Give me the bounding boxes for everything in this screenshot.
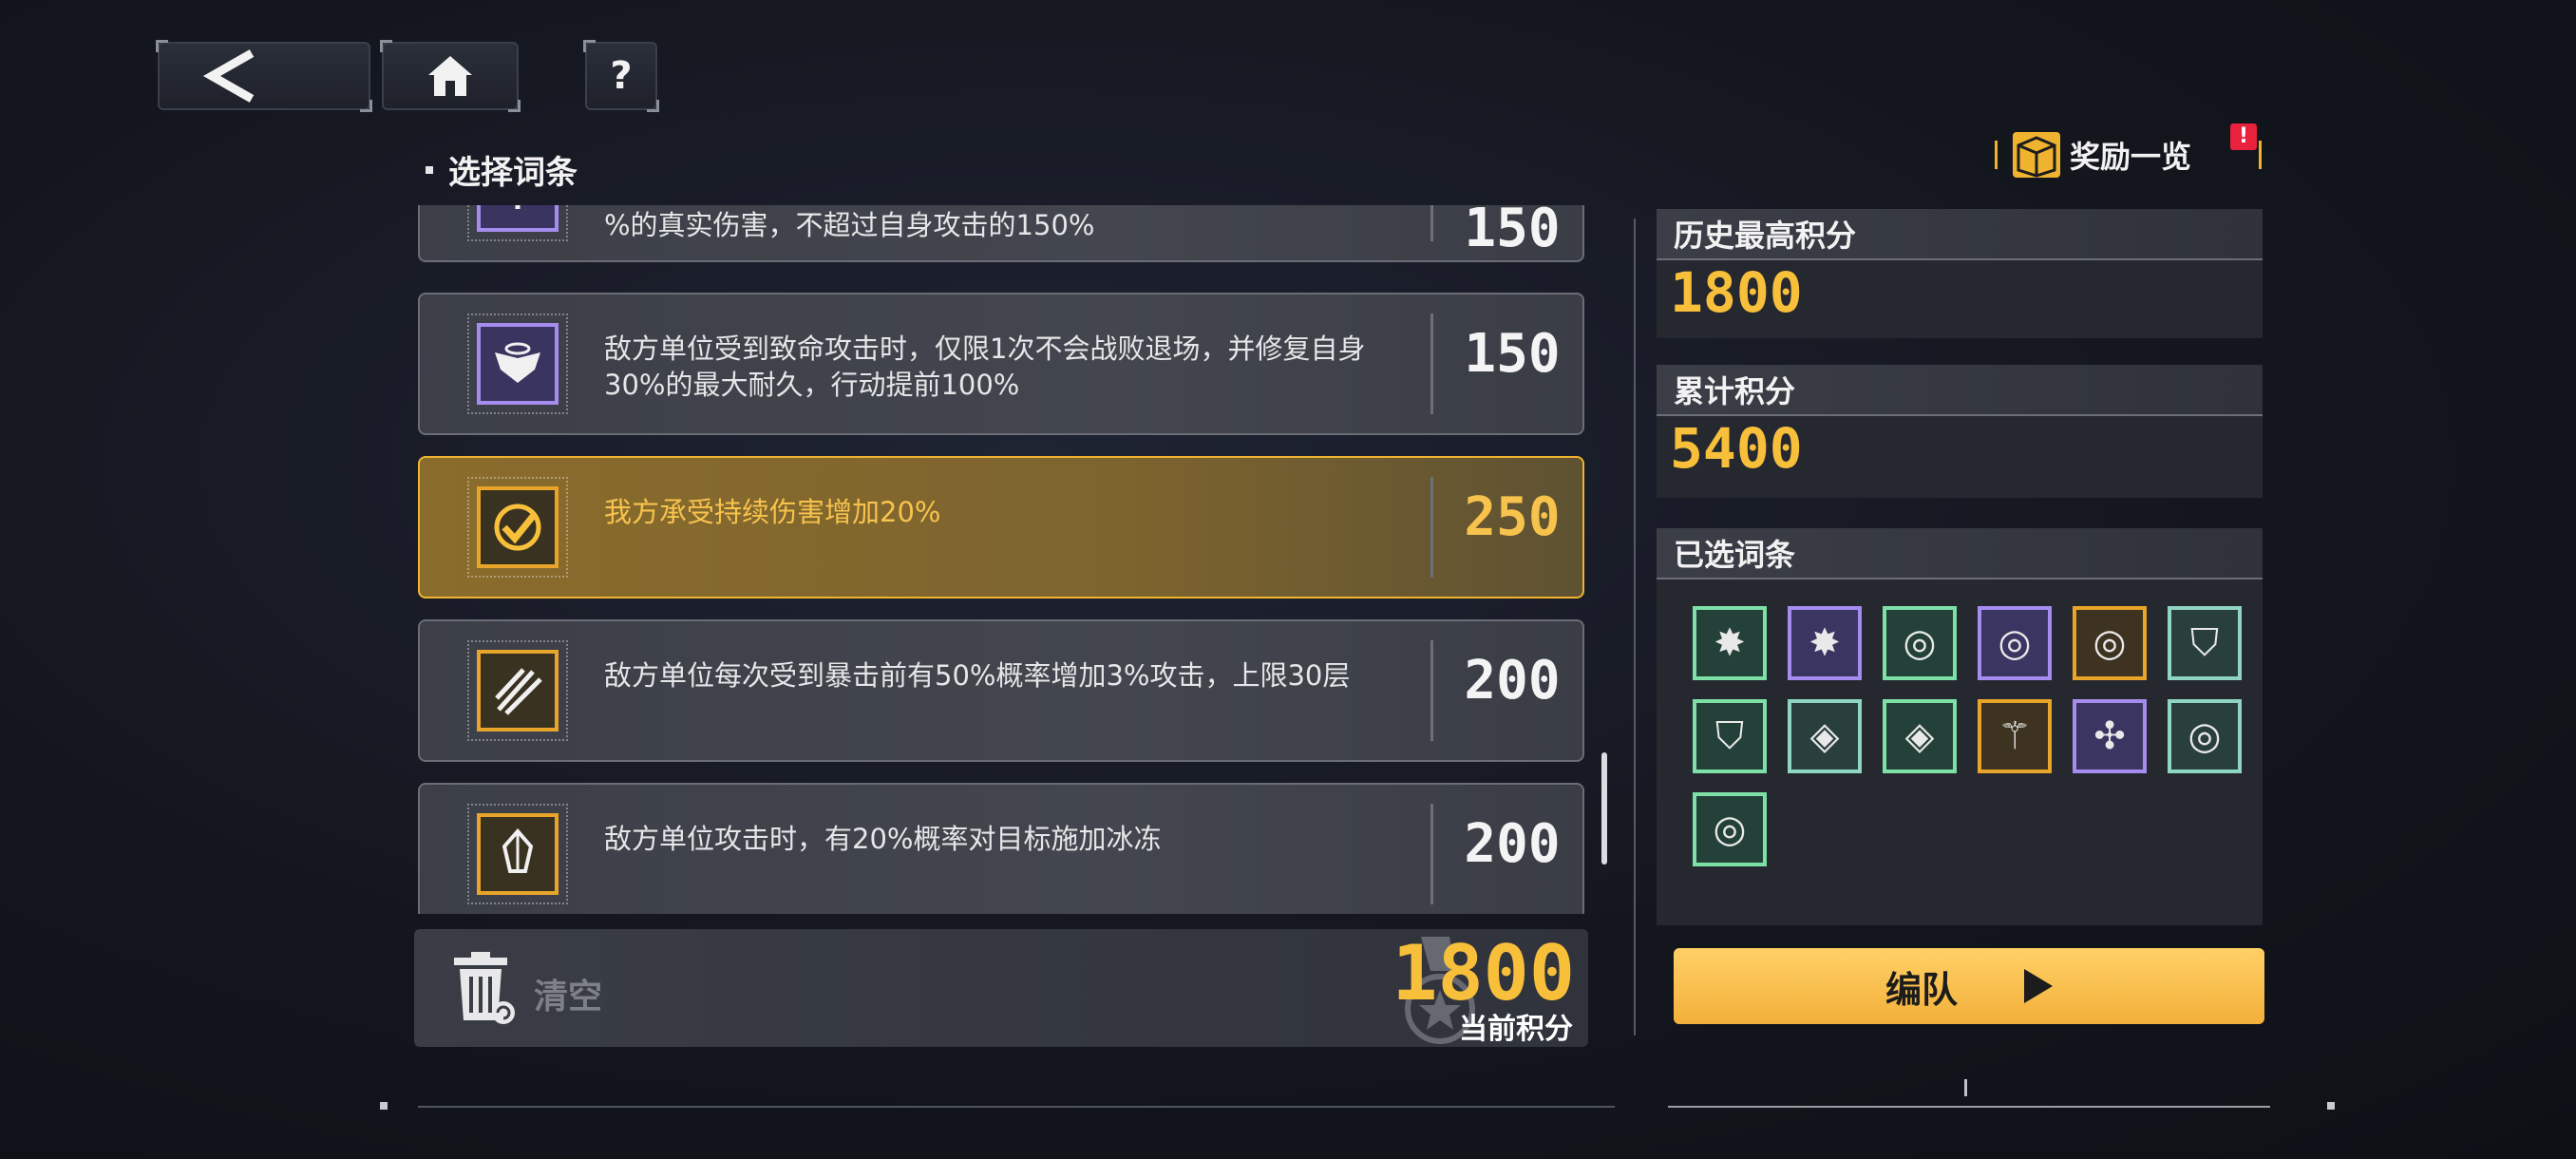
play-arrow-icon (2024, 969, 2053, 1003)
entry-divider (1430, 477, 1433, 578)
selected-tag-icon[interactable]: ✸ (1788, 606, 1862, 680)
entry-description: 敌方单位受到致命攻击时，仅限1次不会战败退场，并修复自身30%的最大耐久，行动提… (604, 332, 1366, 401)
frame-dot-right (2327, 1102, 2335, 1110)
selected-tag-icon[interactable]: ⚚ (1978, 699, 2052, 773)
gift-box-icon (2013, 132, 2060, 178)
trident-icon (467, 205, 568, 241)
reward-list-label: 奖励一览 (2070, 139, 2192, 175)
check-target-icon (467, 477, 568, 578)
bottom-right-tick (1964, 1079, 1967, 1096)
claw-icon (467, 640, 568, 741)
ice-crystal-icon (467, 804, 568, 904)
entry-row[interactable]: 敌方单位受到致命攻击时，仅限1次不会战败退场，并修复自身30%的最大耐久，行动提… (418, 293, 1584, 435)
selected-tags-label: 已选词条 (1657, 528, 2263, 580)
entry-row[interactable]: 敌方单位攻击时，有20%概率对目标施加冰冻 200 (418, 783, 1584, 914)
reward-right-bracket (2259, 141, 2262, 169)
help-icon: ? (610, 54, 633, 98)
selected-tag-icon[interactable]: ◎ (1978, 606, 2052, 680)
bottom-left-divider (418, 1106, 1615, 1108)
selected-tag-icon[interactable]: ✣ (2073, 699, 2147, 773)
entry-row[interactable]: 敌方单位每次受到暴击前有50%概率增加3%攻击，上限30层 200 (418, 619, 1584, 762)
selected-tags-panel: 已选词条 ✸ ✸ ◎ ◎ ◎ ⛉ ⛉ ◈ ◈ ⚚ ✣ ◎ ◎ (1657, 528, 2263, 925)
cumulative-value: 5400 (1670, 416, 1803, 481)
home-button[interactable] (380, 40, 521, 112)
entry-score: 250 (1464, 486, 1561, 548)
back-button[interactable] (156, 40, 372, 112)
entry-score: 200 (1464, 650, 1561, 712)
entry-score: 150 (1464, 205, 1561, 259)
selected-tag-icon[interactable]: ◎ (2168, 699, 2242, 773)
selected-tag-icon[interactable]: ◎ (2073, 606, 2147, 680)
entry-description: 敌方单位每次受到暴击前有50%概率增加3%攻击，上限30层 (604, 659, 1351, 692)
selected-tag-icon[interactable]: ⛉ (2168, 606, 2242, 680)
section-title: 选择词条 (426, 146, 578, 193)
selected-tag-icon[interactable]: ✸ (1693, 606, 1767, 680)
cumulative-panel: 累计积分 5400 (1657, 365, 2263, 498)
reward-list-button[interactable]: 奖励一览 (1995, 122, 2261, 188)
scrollbar-track (1634, 218, 1636, 1036)
entry-score: 150 (1464, 323, 1561, 385)
entry-row[interactable]: %的真实伤害，不超过自身攻击的150% 150 (418, 205, 1584, 262)
section-title-text: 选择词条 (448, 154, 578, 192)
entry-score: 200 (1464, 813, 1561, 875)
bottom-right-divider (1668, 1106, 2270, 1108)
selected-tag-icon[interactable]: ⛉ (1693, 699, 1767, 773)
entry-divider (1430, 640, 1433, 741)
history-high-value: 1800 (1670, 260, 1803, 325)
history-high-label: 历史最高积分 (1657, 209, 2263, 260)
deploy-label: 编队 (1885, 968, 1958, 1011)
home-icon (428, 56, 472, 96)
winged-halo-icon (467, 314, 568, 414)
title-bullet (426, 165, 433, 174)
entry-list[interactable]: %的真实伤害，不超过自身攻击的150% 150 敌方单位受到致命攻击时，仅限1次… (414, 205, 1588, 914)
entry-divider (1430, 804, 1433, 904)
entry-row-selected[interactable]: 我方承受持续伤害增加20% 250 (418, 456, 1584, 598)
clear-button[interactable] (450, 950, 517, 1026)
entry-description: 敌方单位攻击时，有20%概率对目标施加冰冻 (604, 823, 1162, 855)
reward-alert-badge: ! (2230, 124, 2257, 150)
history-high-panel: 历史最高积分 1800 (1657, 209, 2263, 338)
help-button[interactable]: ? (583, 40, 659, 112)
back-arrow-icon (202, 49, 255, 103)
entry-divider (1430, 314, 1433, 414)
bottom-bar: 清空 1800 当前积分 (414, 929, 1588, 1047)
selected-tag-icon[interactable]: ◈ (1883, 699, 1957, 773)
selected-tag-icon[interactable]: ◈ (1788, 699, 1862, 773)
selected-tag-icon[interactable]: ◎ (1883, 606, 1957, 680)
selected-tags-grid: ✸ ✸ ◎ ◎ ◎ ⛉ ⛉ ◈ ◈ ⚚ ✣ ◎ ◎ (1693, 606, 2244, 866)
frame-dot-left (380, 1102, 388, 1110)
cumulative-label: 累计积分 (1657, 365, 2263, 416)
entry-description: %的真实伤害，不超过自身攻击的150% (604, 209, 1095, 241)
entry-description: 我方承受持续伤害增加20% (604, 496, 941, 528)
scrollbar-thumb[interactable] (1601, 752, 1607, 864)
clear-label[interactable]: 清空 (534, 969, 602, 1018)
entry-divider (1430, 205, 1433, 241)
selected-tag-icon[interactable]: ◎ (1693, 792, 1767, 866)
trash-icon (454, 952, 515, 1024)
current-score-label: 当前积分 (1459, 1013, 1573, 1046)
deploy-button[interactable]: 编队 (1674, 948, 2264, 1024)
left-bracket-mark (1995, 141, 1998, 169)
